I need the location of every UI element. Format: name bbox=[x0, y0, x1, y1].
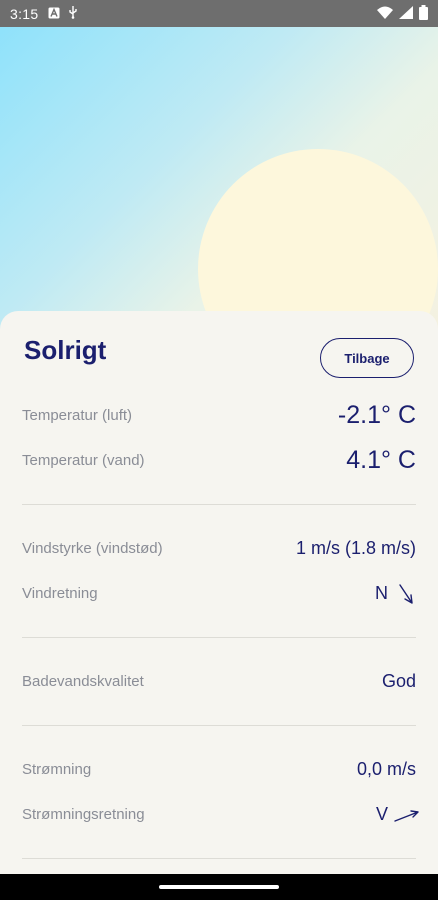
detail-row: Badevandskvalitet God bbox=[22, 659, 416, 704]
current-value: 0,0 m/s bbox=[356, 759, 416, 779]
home-gesture-handle[interactable] bbox=[159, 885, 279, 889]
water-quality-label: Badevandskvalitet bbox=[22, 673, 144, 690]
usb-icon bbox=[68, 5, 78, 22]
wind-direction-value: N bbox=[375, 583, 416, 605]
detail-row: Strømningsretning V bbox=[22, 792, 419, 837]
wind-speed-label: Vindstyrke (vindstød) bbox=[22, 540, 163, 557]
water-temperature-value: 4.1° C bbox=[346, 446, 416, 474]
weather-details-card: Solrigt Tilbage Temperatur (luft) -2.1° … bbox=[0, 311, 438, 881]
air-temperature-label: Temperatur (luft) bbox=[22, 407, 133, 424]
battery-icon bbox=[419, 4, 428, 23]
wind-speed-value: 1 m/s (1.8 m/s) bbox=[295, 538, 416, 558]
water-quality-group: Badevandskvalitet God bbox=[22, 659, 416, 704]
notification-a-icon bbox=[48, 6, 60, 22]
wind-direction-text: N bbox=[375, 583, 388, 603]
arrow-east-icon bbox=[394, 804, 419, 826]
current-label: Strømning bbox=[22, 761, 92, 778]
water-quality-value: God bbox=[381, 671, 416, 691]
divider bbox=[22, 858, 416, 859]
current-direction-label: Strømningsretning bbox=[22, 806, 145, 823]
back-button[interactable]: Tilbage bbox=[320, 338, 414, 378]
card-header: Solrigt Tilbage bbox=[22, 311, 416, 393]
wifi-icon bbox=[377, 6, 393, 22]
detail-row: Vindstyrke (vindstød) 1 m/s (1.8 m/s) bbox=[22, 526, 416, 571]
wind-group: Vindstyrke (vindstød) 1 m/s (1.8 m/s) Vi… bbox=[22, 526, 416, 616]
detail-row: Strømning 0,0 m/s bbox=[22, 747, 416, 792]
status-time: 3:15 bbox=[10, 5, 39, 22]
signal-icon bbox=[399, 5, 413, 22]
detail-row: Temperatur (luft) -2.1° C bbox=[22, 393, 416, 438]
weather-title: Solrigt bbox=[24, 335, 107, 365]
arrow-south-east-icon bbox=[394, 583, 416, 605]
current-direction-text: V bbox=[375, 804, 388, 824]
current-direction-value: V bbox=[375, 804, 419, 826]
temperature-group: Temperatur (luft) -2.1° C Temperatur (va… bbox=[22, 393, 416, 483]
weather-illustration bbox=[0, 27, 438, 357]
wind-direction-label: Vindretning bbox=[22, 585, 98, 602]
detail-row: Vindretning N bbox=[22, 571, 416, 616]
water-temperature-label: Temperatur (vand) bbox=[22, 452, 145, 469]
air-temperature-value: -2.1° C bbox=[337, 401, 416, 429]
detail-row: Temperatur (vand) 4.1° C bbox=[22, 438, 416, 483]
status-bar: 3:15 bbox=[0, 0, 438, 27]
current-group: Strømning 0,0 m/s Strømningsretning V bbox=[22, 747, 419, 837]
navigation-bar bbox=[0, 874, 438, 900]
